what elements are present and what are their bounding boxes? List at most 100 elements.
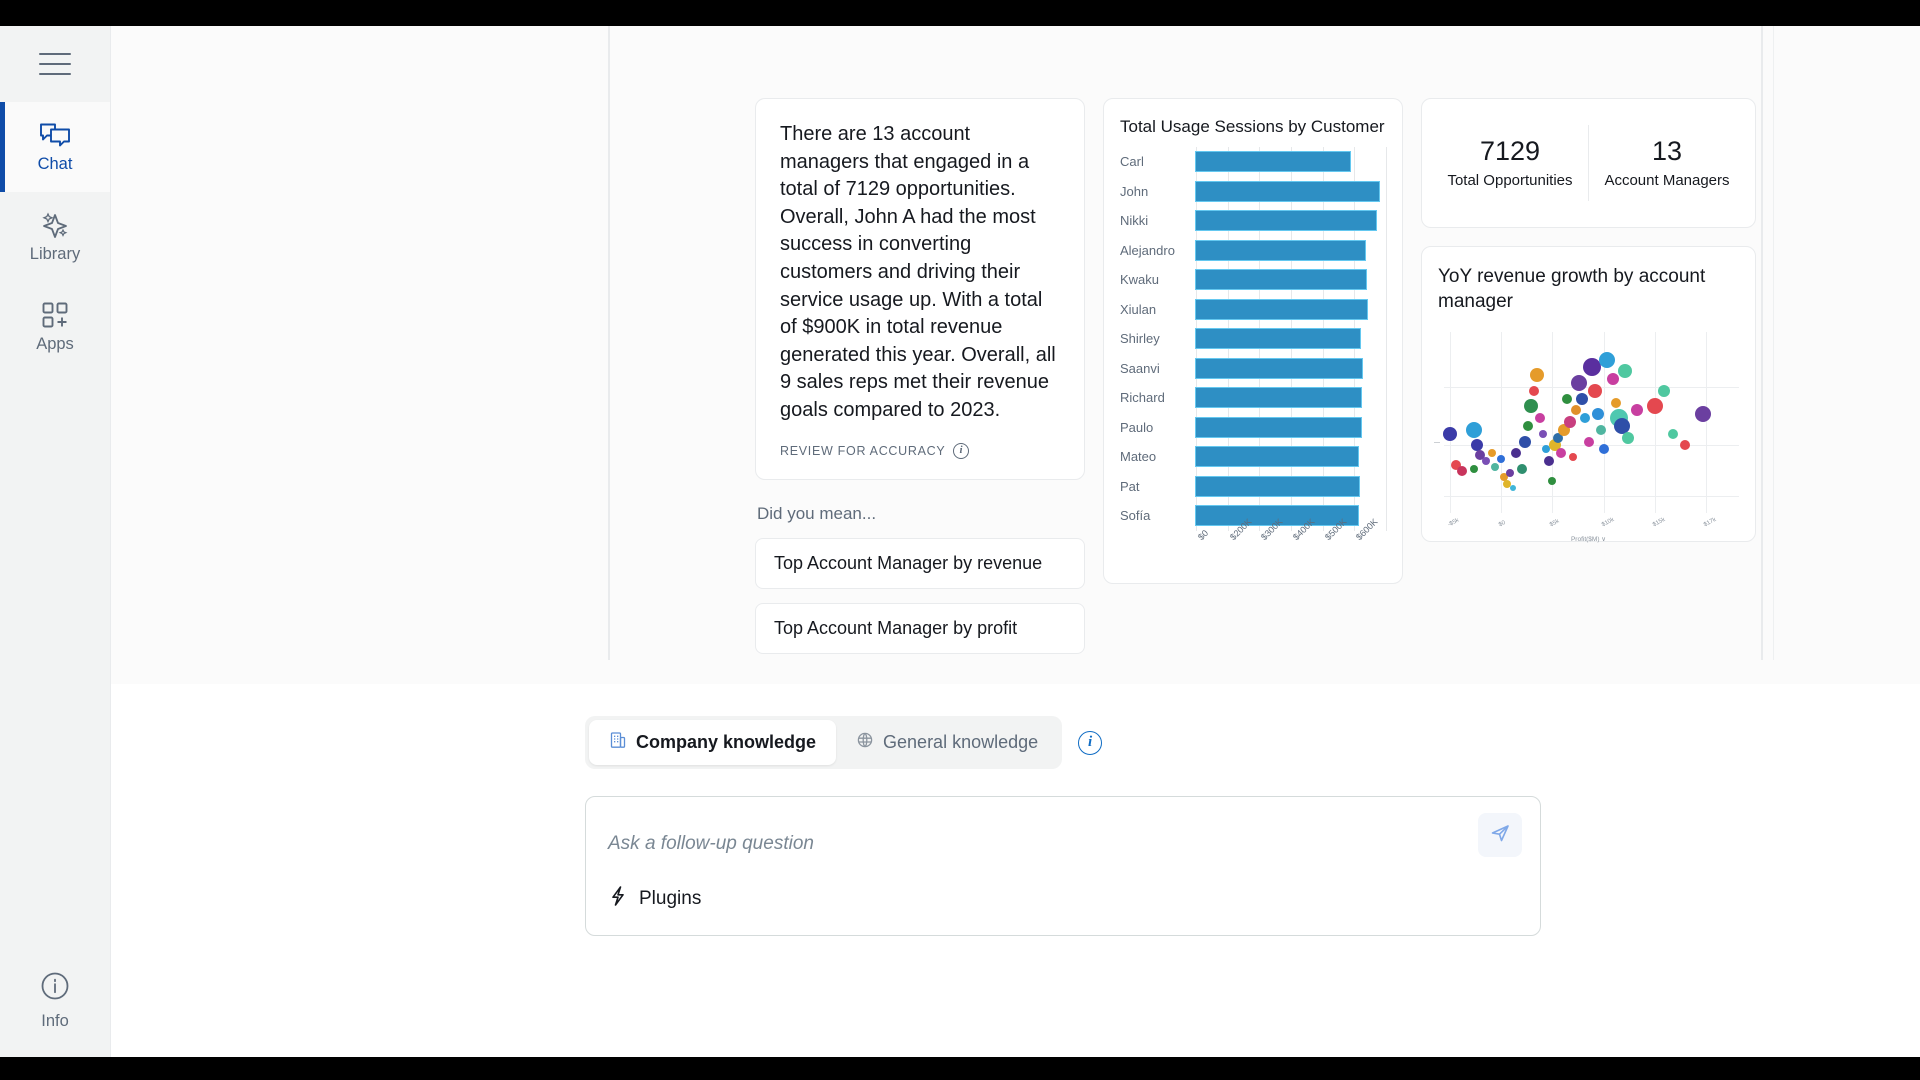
menu-toggle-button[interactable] [0,26,110,102]
search-input-placeholder[interactable]: Ask a follow-up question [608,833,814,855]
plugins-button[interactable]: Plugins [608,885,701,913]
axis-tick-label: -$5k [1447,517,1461,529]
bar-row: Carl [1120,147,1387,177]
sidebar-item-label: Apps [36,334,74,353]
gridline [1501,332,1503,514]
tab-label: Company knowledge [636,732,817,752]
scatter-plot: -$5k $0 $5k $10k $15k $17k Profit($M) ∨ — [1434,332,1739,543]
sidebar-item-apps[interactable]: Apps [0,282,110,372]
scatter-point [1506,468,1515,477]
hamburger-menu-icon[interactable] [39,53,71,75]
bar-track [1196,324,1387,354]
conversation-scroll-area[interactable]: There are 13 account managers that engag… [111,26,1920,684]
gridline [1654,332,1656,514]
bar-track [1196,412,1387,442]
bar-fill [1196,447,1358,466]
gridline [1386,147,1387,177]
bar-row: Kwaku [1120,265,1387,295]
apps-grid-plus-icon [41,301,69,329]
scatter-point [1630,404,1643,417]
scatter-point [1497,455,1506,464]
bar-track [1196,501,1387,531]
review-label: REVIEW FOR ACCURACY [780,443,946,458]
followup-input-card[interactable]: Ask a follow-up question Plugins [585,796,1541,936]
answer-column: There are 13 account managers that engag… [755,98,1085,654]
kpi-value: 13 [1651,136,1683,167]
bar-row: Xiulan [1120,294,1387,324]
sparkle-icon [40,211,70,239]
suggestion-item[interactable]: Top Account Manager by revenue [755,537,1085,589]
conversation-scrollbar[interactable] [1773,26,1774,660]
scatter-point [1587,383,1602,398]
scatter-point [1610,397,1621,408]
scatter-point [1556,448,1567,459]
review-for-accuracy[interactable]: REVIEW FOR ACCURACY i [780,442,1060,459]
kpi-label: Account Managers [1604,172,1730,190]
sidebar-item-label: Library [29,244,81,263]
sidebar-item-library[interactable]: Library [0,192,110,282]
suggestion-item[interactable]: Top Account Manager by profit [755,602,1085,654]
bar-track [1196,176,1387,206]
gridline [1386,412,1387,442]
scatter-point [1564,416,1577,429]
info-circle-icon [40,971,70,1006]
scatter-point [1443,426,1458,441]
bar-track [1196,206,1387,236]
sidebar-item-label: Chat [37,154,73,173]
knowledge-toggle: Company knowledge General knowledge [585,716,1063,769]
scatter-point [1562,393,1573,404]
bar-fill [1196,211,1376,230]
scatter-point [1582,358,1601,377]
bar-category-label: Paulo [1120,419,1154,435]
bar-fill [1196,240,1366,260]
sidebar-item-chat[interactable]: Chat [0,102,110,192]
scatter-point [1466,421,1483,438]
axis-tick-label: $10k [1600,517,1615,529]
yoy-growth-card: YoY revenue growth by account manager -$… [1421,246,1756,543]
scatter-point [1583,436,1594,447]
gridline [1386,442,1387,472]
axis-tick-label: $15k [1651,517,1667,529]
gridline [1386,206,1387,236]
bar-category-label: Kwaku [1120,272,1160,288]
bar-fill [1196,417,1362,437]
building-icon [609,731,627,754]
tab-company-knowledge[interactable]: Company knowledge [589,720,837,765]
bar-category-label: Pat [1120,478,1140,494]
bar-fill [1196,329,1360,348]
axis-tick-label: $17k [1702,517,1718,529]
bar-chart-column: Total Usage Sessions by Customer Carl Joh… [1103,98,1403,584]
scatter-point [1576,392,1589,405]
info-circle-icon[interactable]: i [1078,730,1103,755]
conversation-left-divider [608,26,610,660]
scatter-point [1524,399,1539,414]
send-paper-plane-icon [1489,822,1511,849]
gridline [1705,332,1707,514]
scatter-point [1539,429,1548,438]
arr-block: Team Annual Recurring Revenue (ARR) Year… [1103,672,1756,684]
bar-track [1196,442,1387,472]
bar-row: John [1120,176,1387,206]
gridline [1386,265,1387,295]
sidebar-item-info[interactable]: Info [0,971,110,1057]
send-button[interactable] [1478,813,1522,857]
bar-fill [1196,476,1359,496]
tab-label: General knowledge [883,732,1039,752]
axis-tick-label: $0 [1196,527,1211,542]
bar-category-label: Alejandro [1120,242,1175,258]
bar-row: Mateo [1120,442,1387,472]
answer-text: There are 13 account managers that engag… [780,123,1056,421]
scatter-point [1598,444,1609,455]
bar-fill [1196,270,1366,289]
axis-tick-label: $0 [1498,520,1507,529]
scatter-point [1591,408,1604,421]
scatter-point [1530,368,1545,383]
tab-general-knowledge[interactable]: General knowledge [836,720,1058,765]
metrics-column: 7129 Total Opportunities 13 Account Mana… [1421,98,1756,543]
gridline [1386,353,1387,383]
composer: Company knowledge General knowledge i As… [111,716,1920,936]
scatter-point [1482,457,1491,466]
info-circle-icon[interactable]: i [953,442,970,459]
gridline [1386,235,1387,265]
knowledge-source-row: Company knowledge General knowledge i [585,716,1920,769]
